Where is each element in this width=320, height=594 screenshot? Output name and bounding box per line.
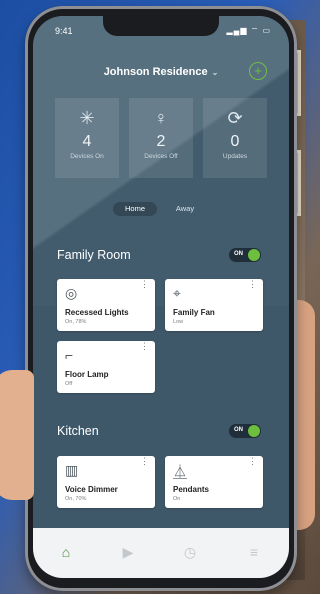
device-name: Family Fan bbox=[173, 308, 215, 317]
phone-notch bbox=[103, 16, 219, 36]
stat-label: Updates bbox=[222, 153, 248, 160]
device-card-floor-lamp[interactable]: ⌐ ⋮ Floor Lamp Off bbox=[57, 341, 155, 393]
room-toggle-kitchen[interactable]: ON bbox=[229, 424, 261, 438]
more-options-icon[interactable]: ⋮ bbox=[140, 457, 149, 466]
lightbulb-on-icon: ✳ bbox=[79, 108, 95, 128]
device-status: Low bbox=[173, 319, 184, 325]
stat-value: 0 bbox=[230, 133, 240, 150]
more-options-icon[interactable]: ⋮ bbox=[248, 457, 257, 466]
lightbulb-off-icon: ♀ bbox=[154, 108, 168, 128]
mode-away-button[interactable]: Away bbox=[163, 202, 207, 216]
menu-icon[interactable]: ≡ bbox=[245, 543, 263, 561]
hand-left bbox=[0, 370, 34, 500]
refresh-icon: ⟳ bbox=[227, 108, 243, 128]
room-title-family-room: Family Room bbox=[57, 248, 131, 262]
mode-home-button[interactable]: Home bbox=[113, 202, 157, 216]
device-status: On, 78% bbox=[65, 319, 87, 325]
clock-icon[interactable]: ◷ bbox=[181, 543, 199, 561]
app-header: Johnson Residence ⌄ + bbox=[33, 62, 289, 82]
stat-value: 4 bbox=[82, 133, 92, 150]
floor-lamp-icon: ⌐ bbox=[65, 347, 74, 363]
device-status: On bbox=[173, 496, 181, 502]
recessed-light-icon: ◎ bbox=[65, 285, 78, 301]
stats-panel: ✳ 4 Devices On ♀ 2 Devices Off ⟳ 0 Updat… bbox=[55, 98, 267, 178]
device-card-recessed-lights[interactable]: ◎ ⋮ Recessed Lights On, 78% bbox=[57, 279, 155, 331]
stat-updates[interactable]: ⟳ 0 Updates bbox=[203, 98, 267, 178]
device-name: Pendants bbox=[173, 485, 210, 494]
stat-devices-off[interactable]: ♀ 2 Devices Off bbox=[129, 98, 193, 178]
device-name: Floor Lamp bbox=[65, 370, 109, 379]
device-name: Recessed Lights bbox=[65, 308, 129, 317]
device-card-voice-dimmer[interactable]: ▥ ⋮ Voice Dimmer On, 70% bbox=[57, 456, 155, 508]
device-status: On, 70% bbox=[65, 496, 87, 502]
device-name: Voice Dimmer bbox=[65, 485, 118, 494]
more-options-icon[interactable]: ⋮ bbox=[140, 342, 149, 351]
home-icon[interactable]: ⌂ bbox=[57, 543, 75, 561]
residence-title: Johnson Residence bbox=[103, 66, 208, 78]
status-icons: ▂▄▆ ⌔ ▭ bbox=[226, 26, 271, 35]
add-button[interactable]: + bbox=[249, 62, 267, 80]
room-toggle-family-room[interactable]: ON bbox=[229, 248, 261, 262]
mode-switch: Home Away bbox=[33, 202, 289, 218]
toggle-knob bbox=[248, 425, 260, 437]
bottom-tab-bar: ⌂ ▶ ◷ ≡ bbox=[33, 528, 289, 578]
ceiling-fan-icon: ⌖ bbox=[173, 285, 181, 301]
play-icon[interactable]: ▶ bbox=[119, 543, 137, 561]
pendant-light-icon: ⏅ bbox=[173, 464, 187, 480]
more-options-icon[interactable]: ⋮ bbox=[140, 280, 149, 289]
stat-devices-on[interactable]: ✳ 4 Devices On bbox=[55, 98, 119, 178]
device-status: Off bbox=[65, 381, 73, 387]
toggle-label: ON bbox=[234, 251, 243, 257]
more-options-icon[interactable]: ⋮ bbox=[248, 280, 257, 289]
status-time: 9:41 bbox=[55, 26, 73, 36]
chevron-down-icon: ⌄ bbox=[211, 68, 219, 77]
device-card-pendants[interactable]: ⏅ ⋮ Pendants On bbox=[165, 456, 263, 508]
room-title-kitchen: Kitchen bbox=[57, 424, 99, 438]
voice-dimmer-icon: ▥ bbox=[65, 462, 79, 478]
toggle-label: ON bbox=[234, 427, 243, 433]
toggle-knob bbox=[248, 249, 260, 261]
device-card-family-fan[interactable]: ⌖ ⋮ Family Fan Low bbox=[165, 279, 263, 331]
stat-label: Devices Off bbox=[144, 153, 178, 160]
phone-screen: 9:41 ▂▄▆ ⌔ ▭ Johnson Residence ⌄ + ✳ 4 De… bbox=[33, 16, 289, 578]
stat-label: Devices On bbox=[70, 153, 104, 160]
status-bar: 9:41 ▂▄▆ ⌔ ▭ bbox=[33, 16, 289, 40]
stat-value: 2 bbox=[156, 133, 166, 150]
